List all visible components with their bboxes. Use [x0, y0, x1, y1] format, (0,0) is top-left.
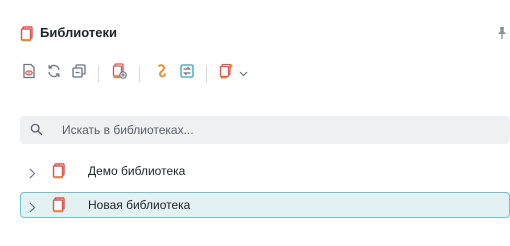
toolbar: [0, 62, 510, 92]
refresh-icon: [46, 63, 62, 84]
tree-item-demo-library[interactable]: Демо библиотека: [20, 158, 510, 184]
chevron-right-icon[interactable]: [29, 166, 36, 184]
collapse-icon: [71, 63, 87, 84]
library-icon: [52, 163, 66, 184]
library-export-icon: [218, 63, 234, 84]
add-library-button[interactable]: [108, 62, 130, 84]
refresh-button[interactable]: [43, 62, 65, 84]
pin-icon[interactable]: [496, 26, 508, 45]
libraries-panel: Библиотеки Искать в библиотеках... Демо …: [0, 0, 510, 246]
chevron-down-icon: [239, 64, 248, 82]
search-icon: [30, 123, 43, 141]
search-input[interactable]: [62, 120, 492, 140]
library-add-icon: [111, 62, 127, 84]
library-search: [20, 116, 510, 144]
panel-header: Библиотеки: [0, 20, 510, 46]
panel-title: Библиотеки: [40, 25, 118, 40]
toolbar-separator: [206, 66, 207, 82]
import-button[interactable]: [176, 62, 198, 84]
chevron-right-icon[interactable]: [29, 200, 36, 218]
library-icon: [52, 197, 66, 218]
tree-item-label: Новая библиотека: [88, 198, 191, 212]
library-icon: [20, 26, 34, 47]
toolbar-separator: [139, 66, 140, 82]
toolbar-separator: [98, 66, 99, 82]
document-eye-icon: [21, 63, 37, 84]
preview-library-button[interactable]: [18, 62, 40, 84]
tree-item-label: Демо библиотека: [88, 164, 186, 178]
tree-item-new-library[interactable]: Новая библиотека: [20, 192, 510, 218]
collapse-all-button[interactable]: [68, 62, 90, 84]
import-icon: [179, 63, 195, 84]
hook-icon: [153, 63, 169, 84]
hook-button[interactable]: [150, 62, 172, 84]
export-menu-button[interactable]: [216, 62, 250, 84]
